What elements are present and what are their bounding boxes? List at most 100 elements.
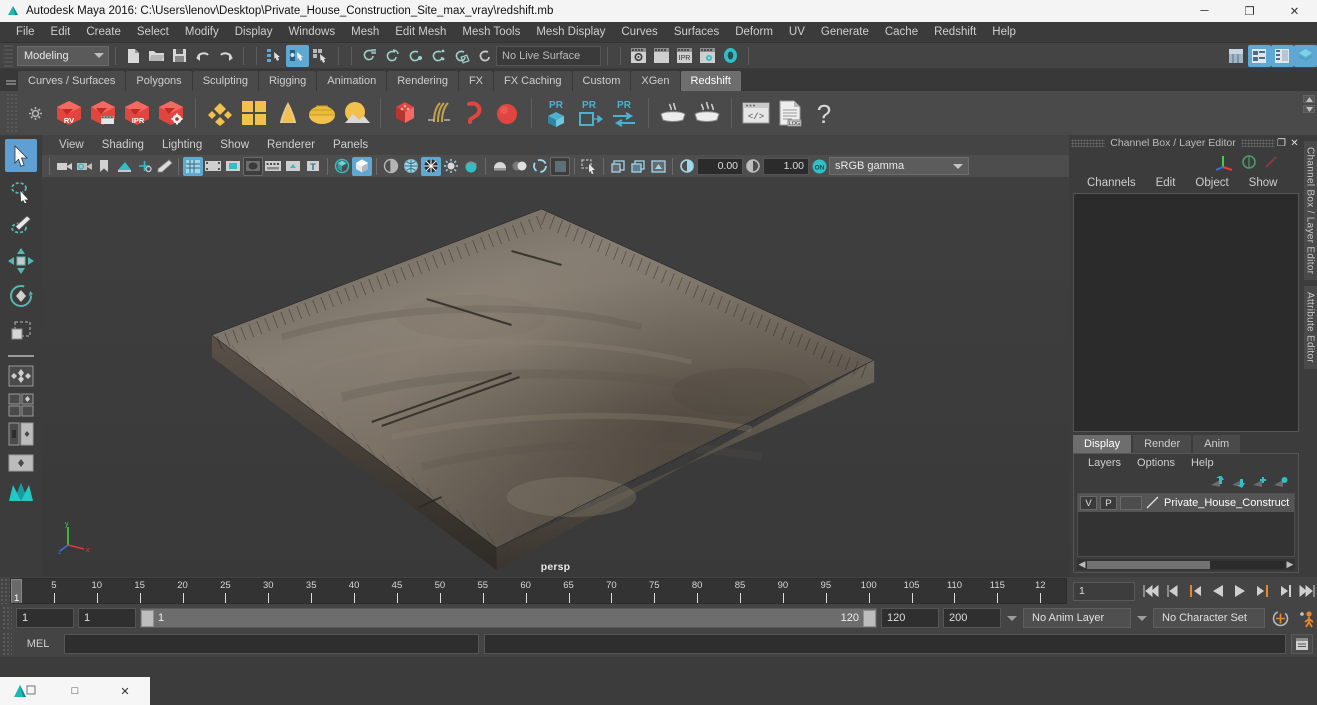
snap-to-projected-center-button[interactable] bbox=[427, 45, 450, 67]
xray-display-icon[interactable] bbox=[283, 157, 303, 176]
save-scene-button[interactable] bbox=[168, 45, 191, 67]
snap-to-grid-button[interactable] bbox=[358, 45, 381, 67]
redshift-render-settings-button[interactable] bbox=[154, 95, 188, 131]
range-start-handle[interactable] bbox=[141, 609, 154, 627]
texture-display-icon[interactable] bbox=[461, 157, 481, 176]
menu-item-select[interactable]: Select bbox=[129, 22, 177, 43]
menu-item-display[interactable]: Display bbox=[227, 22, 281, 43]
exposure-icon[interactable] bbox=[677, 157, 697, 176]
redshift-render-frame-button[interactable] bbox=[86, 95, 120, 131]
undo-button[interactable] bbox=[191, 45, 214, 67]
viewport-menu-shading[interactable]: Shading bbox=[93, 135, 153, 155]
undock-icon[interactable]: ❐ bbox=[1275, 137, 1288, 150]
isolate-select-set-icon[interactable] bbox=[579, 157, 599, 176]
motion-blur-icon[interactable] bbox=[550, 156, 570, 176]
hypershade-button[interactable] bbox=[719, 45, 742, 67]
step-forward-frame-button[interactable] bbox=[1251, 580, 1273, 602]
camera-attributes-icon[interactable] bbox=[74, 157, 94, 176]
character-set-selector[interactable]: No Character Set bbox=[1153, 608, 1265, 628]
shelf-options-gear-icon[interactable] bbox=[18, 95, 52, 131]
menu-set-selector[interactable]: Modeling bbox=[17, 45, 109, 66]
redshift-environment-button[interactable] bbox=[339, 95, 373, 131]
menu-item-generate[interactable]: Generate bbox=[813, 22, 877, 43]
animation-end-time-field[interactable]: 200 bbox=[943, 608, 1001, 628]
shelf-tab-animation[interactable]: Animation bbox=[317, 71, 387, 91]
gate-mask-icon[interactable] bbox=[243, 156, 263, 176]
redshift-dome-light-button[interactable] bbox=[305, 95, 339, 131]
shelf-tab-rendering[interactable]: Rendering bbox=[387, 71, 458, 91]
scroll-thumb[interactable] bbox=[1087, 560, 1210, 569]
character-set-chevron-down-icon[interactable] bbox=[1137, 615, 1147, 621]
step-forward-key-button[interactable] bbox=[1273, 580, 1295, 602]
redshift-bake-all-button[interactable] bbox=[690, 95, 724, 131]
shelf-tab-fx-caching[interactable]: FX Caching bbox=[494, 71, 572, 91]
statusline-grip[interactable] bbox=[4, 44, 13, 67]
xray-joints-icon[interactable] bbox=[628, 157, 648, 176]
minimize-button[interactable]: ─ bbox=[1182, 0, 1227, 22]
command-line-grip[interactable] bbox=[2, 632, 12, 656]
ipr-render-button[interactable]: IPR bbox=[673, 45, 696, 67]
open-scene-button[interactable] bbox=[145, 45, 168, 67]
shelf-tab-polygons[interactable]: Polygons bbox=[126, 71, 192, 91]
viewport-menu-renderer[interactable]: Renderer bbox=[258, 135, 324, 155]
color-profile-selector[interactable]: sRGB gamma bbox=[829, 157, 969, 175]
range-end-handle[interactable] bbox=[863, 609, 876, 627]
snap-to-curve-button[interactable] bbox=[381, 45, 404, 67]
menu-item-edit[interactable]: Edit bbox=[43, 22, 79, 43]
animation-preferences-button[interactable] bbox=[1269, 607, 1291, 629]
new-layer-icon[interactable] bbox=[1252, 476, 1267, 489]
xray-active-components-icon[interactable] bbox=[648, 157, 668, 176]
animation-start-time-field[interactable]: 1 bbox=[16, 608, 74, 628]
wireframe-icon[interactable] bbox=[381, 157, 401, 176]
layer-playback-toggle[interactable]: P bbox=[1100, 496, 1117, 510]
gamma-icon[interactable] bbox=[743, 157, 763, 176]
playback-end-time-field[interactable]: 120 bbox=[881, 608, 939, 628]
menu-item-uv[interactable]: UV bbox=[781, 22, 813, 43]
paint-select-tool-button[interactable] bbox=[5, 209, 37, 242]
menu-item-surfaces[interactable]: Surfaces bbox=[666, 22, 727, 43]
new-scene-button[interactable] bbox=[122, 45, 145, 67]
snap-to-view-plane-button[interactable] bbox=[450, 45, 473, 67]
menu-item-modify[interactable]: Modify bbox=[177, 22, 227, 43]
two-d-pan-zoom-icon[interactable] bbox=[134, 157, 154, 176]
select-camera-icon[interactable] bbox=[54, 157, 74, 176]
quad-view-layout-button[interactable] bbox=[5, 392, 37, 418]
step-back-key-button[interactable] bbox=[1163, 580, 1185, 602]
go-to-end-button[interactable] bbox=[1295, 580, 1317, 602]
shelf-tab-rigging[interactable]: Rigging bbox=[258, 71, 317, 91]
film-gate-icon[interactable] bbox=[203, 157, 223, 176]
new-layer-from-selected-icon[interactable] bbox=[1273, 476, 1288, 489]
shelf-tab-curves-surfaces[interactable]: Curves / Surfaces bbox=[18, 71, 126, 91]
layer-row[interactable]: V P Private_House_Construct bbox=[1078, 494, 1294, 512]
shelf-grip[interactable] bbox=[4, 71, 18, 91]
scroll-right-icon[interactable]: ▶ bbox=[1285, 559, 1295, 570]
show-hide-tool-settings-button[interactable] bbox=[1248, 44, 1271, 67]
panel-close-icon[interactable]: ✕ bbox=[1288, 137, 1301, 150]
select-by-object-button[interactable] bbox=[286, 44, 309, 67]
channelbox-menu-channels[interactable]: Channels bbox=[1077, 173, 1146, 193]
layer-visibility-toggle[interactable]: V bbox=[1080, 496, 1097, 510]
select-by-component-button[interactable] bbox=[309, 45, 332, 67]
current-time-indicator[interactable]: 1 bbox=[11, 579, 22, 603]
move-layer-down-icon[interactable] bbox=[1231, 476, 1246, 489]
render-current-frame-button[interactable] bbox=[627, 45, 650, 67]
scroll-left-icon[interactable]: ◀ bbox=[1077, 559, 1087, 570]
layer-tab-display[interactable]: Display bbox=[1073, 435, 1132, 453]
scale-tool-button[interactable] bbox=[5, 314, 37, 347]
shelf-scroll-buttons[interactable] bbox=[1303, 95, 1315, 115]
playback-start-time-field[interactable]: 1 bbox=[78, 608, 136, 628]
smooth-shade-all-icon[interactable] bbox=[401, 157, 421, 176]
play-forwards-button[interactable] bbox=[1229, 580, 1251, 602]
maximize-button[interactable]: ❐ bbox=[1227, 0, 1272, 22]
command-language-label[interactable]: MEL bbox=[17, 638, 59, 650]
use-default-material-icon[interactable] bbox=[441, 157, 461, 176]
viewport-menu-view[interactable]: View bbox=[50, 135, 93, 155]
menu-item-help[interactable]: Help bbox=[984, 22, 1024, 43]
layer-list-horizontal-scrollbar[interactable]: ◀ ▶ bbox=[1077, 559, 1295, 570]
menu-item-redshift[interactable]: Redshift bbox=[926, 22, 984, 43]
isolate-select-icon[interactable] bbox=[332, 157, 352, 176]
menu-item-mesh-display[interactable]: Mesh Display bbox=[528, 22, 613, 43]
manipulator-circle-icon[interactable] bbox=[1241, 154, 1257, 170]
resolution-gate-icon[interactable] bbox=[223, 157, 243, 176]
shelf-scroll-up-icon[interactable] bbox=[1303, 95, 1315, 103]
